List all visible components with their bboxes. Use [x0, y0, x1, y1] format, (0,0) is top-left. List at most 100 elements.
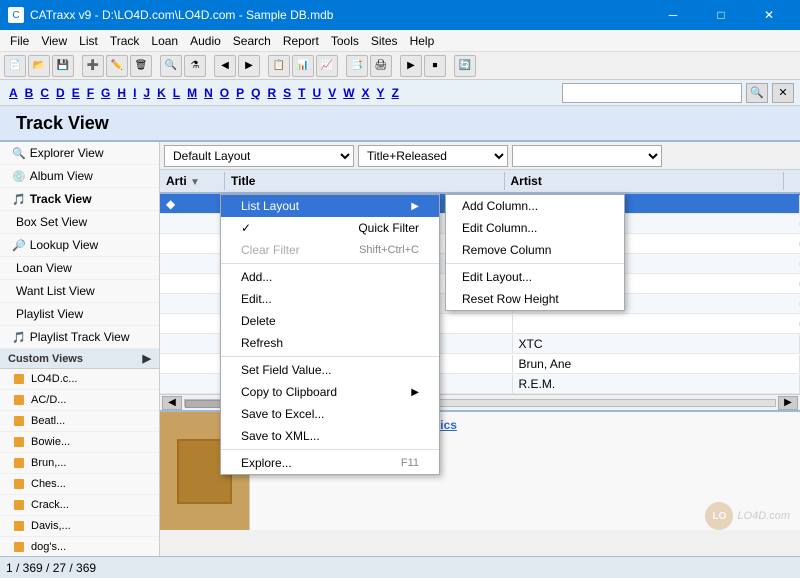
- ctx-quick-filter[interactable]: ✓ Quick Filter: [221, 217, 439, 239]
- sub-edit-layout[interactable]: Edit Layout...: [446, 266, 624, 288]
- sidebar-item-lookup[interactable]: 🔎 Lookup View: [0, 234, 159, 257]
- alpha-f[interactable]: F: [84, 84, 97, 102]
- sidebar-sub-dog[interactable]: dog's...: [0, 537, 159, 556]
- alpha-t[interactable]: T: [295, 84, 308, 102]
- sidebar-item-playlist-track[interactable]: 🎵 Playlist Track View: [0, 326, 159, 349]
- ctx-copy-clipboard[interactable]: Copy to Clipboard ▶: [221, 381, 439, 403]
- col-header-arti[interactable]: Arti ▼: [160, 172, 225, 190]
- alpha-i[interactable]: I: [130, 84, 139, 102]
- tb-view2[interactable]: 📊: [292, 55, 314, 77]
- alpha-b[interactable]: B: [22, 84, 37, 102]
- alpha-x[interactable]: X: [359, 84, 373, 102]
- tb-edit[interactable]: ✏️: [106, 55, 128, 77]
- tb-filter[interactable]: ⚗: [184, 55, 206, 77]
- menu-sites[interactable]: Sites: [365, 32, 404, 50]
- tb-back[interactable]: ◀: [214, 55, 236, 77]
- sidebar-sub-crack[interactable]: Crack...: [0, 495, 159, 516]
- alpha-e[interactable]: E: [69, 84, 83, 102]
- sub-remove-column[interactable]: Remove Column: [446, 239, 624, 261]
- layout-select[interactable]: Default Layout: [164, 145, 354, 167]
- filter-select-2[interactable]: [512, 145, 662, 167]
- alpha-clear-button[interactable]: ✕: [772, 83, 794, 103]
- alpha-c[interactable]: C: [37, 84, 52, 102]
- tb-play[interactable]: ▶: [400, 55, 422, 77]
- alpha-p[interactable]: P: [233, 84, 247, 102]
- menu-list[interactable]: List: [73, 32, 104, 50]
- maximize-button[interactable]: □: [698, 0, 744, 30]
- alpha-o[interactable]: O: [217, 84, 232, 102]
- sidebar-sub-brun[interactable]: Brun,...: [0, 453, 159, 474]
- alpha-s[interactable]: S: [280, 84, 294, 102]
- tb-view1[interactable]: 📋: [268, 55, 290, 77]
- custom-views-section[interactable]: Custom Views ▶: [0, 349, 159, 369]
- scroll-left-btn[interactable]: ◀: [162, 396, 182, 410]
- close-button[interactable]: ✕: [746, 0, 792, 30]
- sidebar-sub-acd[interactable]: AC/D...: [0, 390, 159, 411]
- alpha-search-button[interactable]: 🔍: [746, 83, 768, 103]
- tb-print[interactable]: 🖨: [370, 55, 392, 77]
- ctx-save-xml[interactable]: Save to XML...: [221, 425, 439, 447]
- tb-search[interactable]: 🔍: [160, 55, 182, 77]
- alpha-search-input[interactable]: [562, 83, 742, 103]
- alpha-n[interactable]: N: [201, 84, 216, 102]
- filter-select-1[interactable]: Title+Released: [358, 145, 508, 167]
- alpha-w[interactable]: W: [340, 84, 357, 102]
- alpha-a[interactable]: A: [6, 84, 21, 102]
- tb-stop[interactable]: ⏹: [424, 55, 446, 77]
- alpha-l[interactable]: L: [170, 84, 183, 102]
- tb-view3[interactable]: 📈: [316, 55, 338, 77]
- alpha-j[interactable]: J: [140, 84, 153, 102]
- menu-tools[interactable]: Tools: [325, 32, 365, 50]
- ctx-save-excel[interactable]: Save to Excel...: [221, 403, 439, 425]
- ctx-refresh[interactable]: Refresh: [221, 332, 439, 354]
- sidebar-sub-ches[interactable]: Ches...: [0, 474, 159, 495]
- tb-excel[interactable]: 📑: [346, 55, 368, 77]
- ctx-add[interactable]: Add...: [221, 266, 439, 288]
- sidebar-item-wantlist[interactable]: Want List View: [0, 280, 159, 303]
- tb-open[interactable]: 📂: [28, 55, 50, 77]
- menu-audio[interactable]: Audio: [184, 32, 227, 50]
- alpha-k[interactable]: K: [154, 84, 169, 102]
- alpha-h[interactable]: H: [114, 84, 129, 102]
- menu-file[interactable]: File: [4, 32, 35, 50]
- tb-save[interactable]: 💾: [52, 55, 74, 77]
- ctx-delete[interactable]: Delete: [221, 310, 439, 332]
- tb-add[interactable]: ➕: [82, 55, 104, 77]
- menu-report[interactable]: Report: [277, 32, 325, 50]
- menu-search[interactable]: Search: [227, 32, 277, 50]
- sidebar-sub-beatles[interactable]: Beatl...: [0, 411, 159, 432]
- tb-refresh[interactable]: 🔄: [454, 55, 476, 77]
- alpha-z[interactable]: Z: [389, 84, 402, 102]
- menu-loan[interactable]: Loan: [145, 32, 184, 50]
- sidebar-item-boxset[interactable]: Box Set View: [0, 211, 159, 234]
- alpha-g[interactable]: G: [98, 84, 113, 102]
- alpha-v[interactable]: V: [325, 84, 339, 102]
- scroll-right-btn[interactable]: ▶: [778, 396, 798, 410]
- sidebar-item-album[interactable]: 💿 Album View: [0, 165, 159, 188]
- alpha-d[interactable]: D: [53, 84, 68, 102]
- ctx-explore[interactable]: Explore... F11: [221, 452, 439, 474]
- sidebar-item-track[interactable]: 🎵 Track View: [0, 188, 159, 211]
- menu-track[interactable]: Track: [104, 32, 146, 50]
- tb-new[interactable]: 📄: [4, 55, 26, 77]
- sidebar-item-loan[interactable]: Loan View: [0, 257, 159, 280]
- alpha-y[interactable]: Y: [374, 84, 388, 102]
- alpha-u[interactable]: U: [310, 84, 325, 102]
- alpha-r[interactable]: R: [264, 84, 279, 102]
- alpha-m[interactable]: M: [184, 84, 200, 102]
- ctx-list-layout[interactable]: List Layout ▶: [221, 195, 439, 217]
- ctx-edit[interactable]: Edit...: [221, 288, 439, 310]
- sidebar-sub-lo4d[interactable]: LO4D.c...: [0, 369, 159, 390]
- menu-help[interactable]: Help: [404, 32, 441, 50]
- col-header-title[interactable]: Title: [225, 172, 505, 190]
- sidebar-sub-bowie[interactable]: Bowie...: [0, 432, 159, 453]
- sub-edit-column[interactable]: Edit Column...: [446, 217, 624, 239]
- minimize-button[interactable]: ─: [650, 0, 696, 30]
- sidebar-item-playlist[interactable]: Playlist View: [0, 303, 159, 326]
- alpha-q[interactable]: Q: [248, 84, 263, 102]
- tb-forward[interactable]: ▶: [238, 55, 260, 77]
- menu-view[interactable]: View: [35, 32, 73, 50]
- ctx-set-field[interactable]: Set Field Value...: [221, 359, 439, 381]
- tb-delete[interactable]: 🗑: [130, 55, 152, 77]
- sidebar-item-explorer[interactable]: 🔍 Explorer View: [0, 142, 159, 165]
